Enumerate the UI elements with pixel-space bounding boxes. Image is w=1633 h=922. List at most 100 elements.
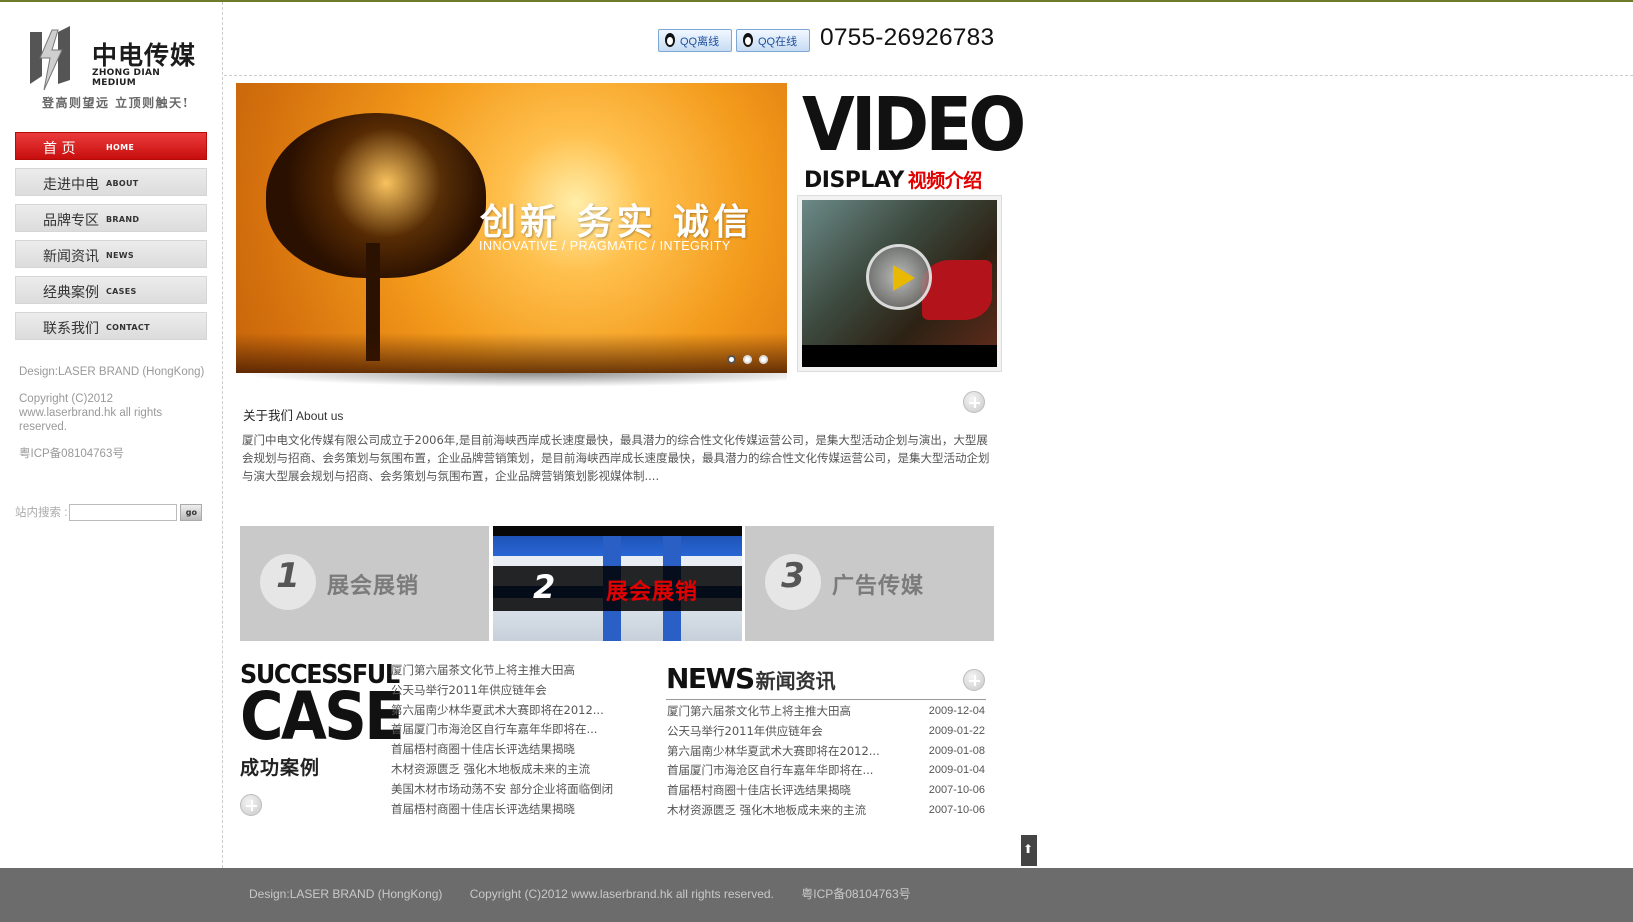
search-input[interactable] bbox=[69, 503, 178, 521]
nav-item-about[interactable]: 走进中电 ABOUT bbox=[15, 168, 207, 196]
video-thumbnail bbox=[802, 200, 997, 367]
qq-online-button[interactable]: QQ在线 bbox=[736, 29, 810, 52]
video-heading-cn: 视频介绍 bbox=[907, 170, 983, 192]
news-item-title: 首届梧村商圈十佳店长评选结果揭晓 bbox=[667, 783, 851, 798]
video-heading-small: DISPLAY 视频介绍 bbox=[804, 166, 982, 193]
nav-item-sublabel: CASES bbox=[106, 287, 137, 296]
feature-block-1[interactable]: 1 展会展销 bbox=[240, 526, 489, 641]
news-heading-en: NEWS bbox=[666, 662, 755, 695]
qq-online-label: QQ在线 bbox=[758, 35, 798, 48]
news-item-date: 2007-10-06 bbox=[928, 803, 985, 816]
nav-item-home[interactable]: 首 页 HOME bbox=[15, 132, 207, 160]
news-item-title: 首届厦门市海沧区自行车嘉年华即将在... bbox=[667, 763, 874, 778]
news-item-title: 第六届南少林华夏武术大赛即将在2012... bbox=[667, 743, 880, 758]
design-credit: Design:LASER BRAND (HongKong) bbox=[19, 366, 205, 378]
footer-text: Design:LASER BRAND (HongKong) Copyright … bbox=[249, 885, 935, 902]
feature-block-3[interactable]: 3 广告传媒 bbox=[745, 526, 994, 641]
search-label: 站内搜索 : bbox=[15, 507, 68, 519]
copyright-text: Copyright (C)2012 www.laserbrand.hk all … bbox=[19, 393, 163, 433]
feature-label: 展会展销 bbox=[606, 580, 699, 605]
list-item[interactable]: 第六届南少林华夏武术大赛即将在2012... bbox=[391, 701, 641, 721]
cases-more-plus-icon[interactable] bbox=[240, 794, 262, 816]
header-divider bbox=[224, 75, 1633, 76]
qq-offline-label: QQ离线 bbox=[680, 35, 720, 48]
back-to-top-icon[interactable] bbox=[1021, 835, 1037, 866]
slide-dot-1[interactable] bbox=[727, 355, 736, 364]
slide-indicators bbox=[727, 355, 768, 364]
news-more-plus-icon[interactable] bbox=[963, 669, 985, 691]
site-search: 站内搜索 : go bbox=[15, 502, 203, 522]
logo-name-cn: 中电传媒 bbox=[92, 41, 197, 70]
news-item-date: 2007-10-06 bbox=[928, 784, 985, 797]
nav-item-sublabel: CONTACT bbox=[106, 323, 150, 332]
list-item[interactable]: 公天马举行2011年供应链年会 bbox=[391, 681, 641, 701]
slogan: 登高则望远 立顶则触天! bbox=[42, 96, 190, 110]
nav-item-label: 新闻资讯 bbox=[43, 249, 99, 265]
nav-item-sublabel: HOME bbox=[106, 143, 135, 152]
about-title-cn: 关于我们 bbox=[243, 408, 294, 423]
news-item-date: 2009-12-04 bbox=[928, 705, 985, 717]
about-title: 关于我们 About us bbox=[243, 405, 343, 424]
nav-item-contact[interactable]: 联系我们 CONTACT bbox=[15, 312, 207, 340]
nav-item-label: 经典案例 bbox=[43, 285, 99, 301]
phone-number: 0755-26926783 bbox=[820, 24, 995, 51]
play-icon[interactable] bbox=[866, 244, 932, 310]
about-more-plus-icon[interactable] bbox=[963, 391, 985, 413]
icp-number: 粤ICP备08104763号 bbox=[19, 448, 124, 460]
qq-penguin-icon bbox=[740, 32, 756, 50]
news-list: 厦门第六届茶文化节上将主推大田高 2009-12-04 公天马举行2011年供应链… bbox=[667, 702, 987, 821]
feature-number: 3 bbox=[781, 556, 805, 596]
feature-number: 1 bbox=[276, 556, 300, 596]
news-item-date: 2009-01-22 bbox=[928, 724, 985, 737]
qq-offline-button[interactable]: QQ离线 bbox=[658, 29, 732, 52]
feature-block-2[interactable]: 2 展会展销 bbox=[493, 526, 742, 641]
footer-copyright: Copyright (C)2012 www.laserbrand.hk all … bbox=[469, 887, 774, 901]
top-accent-line bbox=[0, 0, 1633, 2]
list-item[interactable]: 美国木材市场动荡不安 部分企业将面临倒闭 bbox=[391, 780, 641, 800]
sidebar-credits: Design:LASER BRAND (HongKong) Copyright … bbox=[19, 365, 209, 474]
slide-dot-3[interactable] bbox=[759, 355, 768, 364]
news-divider bbox=[666, 699, 986, 700]
list-item[interactable]: 木材资源匮乏 强化木地板成未来的主流 bbox=[391, 760, 641, 780]
slide-dot-2[interactable] bbox=[743, 355, 752, 364]
news-heading-cn: 新闻资讯 bbox=[755, 669, 836, 693]
list-item[interactable]: 首届厦门市海沧区自行车嘉年华即将在... bbox=[391, 720, 641, 740]
feature-label: 广告传媒 bbox=[832, 574, 925, 599]
video-player[interactable] bbox=[797, 195, 1002, 372]
qq-penguin-icon bbox=[662, 32, 678, 50]
news-item[interactable]: 公天马举行2011年供应链年会 2009-01-22 bbox=[667, 722, 987, 742]
logo-mark-icon bbox=[30, 26, 70, 91]
news-item-title: 公天马举行2011年供应链年会 bbox=[667, 723, 823, 738]
video-heading: VIDEO DISPLAY 视频介绍 bbox=[802, 85, 1026, 195]
nav-item-cases[interactable]: 经典案例 CASES bbox=[15, 276, 207, 304]
nav-item-label: 联系我们 bbox=[43, 321, 99, 337]
video-display-word: DISPLAY bbox=[804, 168, 904, 193]
video-heading-big: VIDEO bbox=[802, 82, 1026, 168]
cases-heading-big: CASE bbox=[240, 678, 405, 755]
search-go-button[interactable]: go bbox=[180, 503, 203, 521]
news-item[interactable]: 厦门第六届茶文化节上将主推大田高 2009-12-04 bbox=[667, 702, 987, 722]
hero-banner[interactable]: 创新 务实 诚信 INNOVATIVE / PRAGMATIC / INTEGR… bbox=[236, 83, 787, 373]
footer: Design:LASER BRAND (HongKong) Copyright … bbox=[0, 868, 1633, 922]
news-item[interactable]: 第六届南少林华夏武术大赛即将在2012... 2009-01-08 bbox=[667, 742, 987, 762]
nav-item-label: 走进中电 bbox=[43, 177, 99, 193]
nav-item-news[interactable]: 新闻资讯 NEWS bbox=[15, 240, 207, 268]
news-heading: NEWS 新闻资讯 bbox=[666, 662, 836, 696]
list-item[interactable]: 厦门第六届茶文化节上将主推大田高 bbox=[391, 661, 641, 681]
cases-list: 厦门第六届茶文化节上将主推大田高 公天马举行2011年供应链年会 第六届南少林华… bbox=[391, 661, 641, 819]
list-item[interactable]: 首届梧村商圈十佳店长评选结果揭晓 bbox=[391, 800, 641, 820]
nav-item-label: 品牌专区 bbox=[43, 213, 99, 229]
banner-title: 创新 务实 诚信 bbox=[480, 201, 754, 243]
sidebar: 中电传媒 ZHONG DIAN MEDIUM 登高则望远 立顶则触天! 首 页 … bbox=[0, 2, 223, 868]
news-item[interactable]: 首届厦门市海沧区自行车嘉年华即将在... 2009-01-04 bbox=[667, 761, 987, 781]
logo[interactable]: 中电传媒 ZHONG DIAN MEDIUM bbox=[22, 22, 202, 94]
feature-label: 展会展销 bbox=[327, 574, 420, 599]
news-item[interactable]: 木材资源匮乏 强化木地板成未来的主流 2007-10-06 bbox=[667, 801, 987, 821]
news-item[interactable]: 首届梧村商圈十佳店长评选结果揭晓 2007-10-06 bbox=[667, 781, 987, 801]
nav-item-brand[interactable]: 品牌专区 BRAND bbox=[15, 204, 207, 232]
news-item-title: 厦门第六届茶文化节上将主推大田高 bbox=[667, 704, 851, 718]
banner-subtitle: INNOVATIVE / PRAGMATIC / INTEGRITY bbox=[479, 239, 731, 253]
list-item[interactable]: 首届梧村商圈十佳店长评选结果揭晓 bbox=[391, 740, 641, 760]
main-nav: 首 页 HOME 走进中电 ABOUT 品牌专区 BRAND 新闻资讯 NEWS… bbox=[15, 132, 207, 348]
banner-ground bbox=[236, 333, 787, 373]
